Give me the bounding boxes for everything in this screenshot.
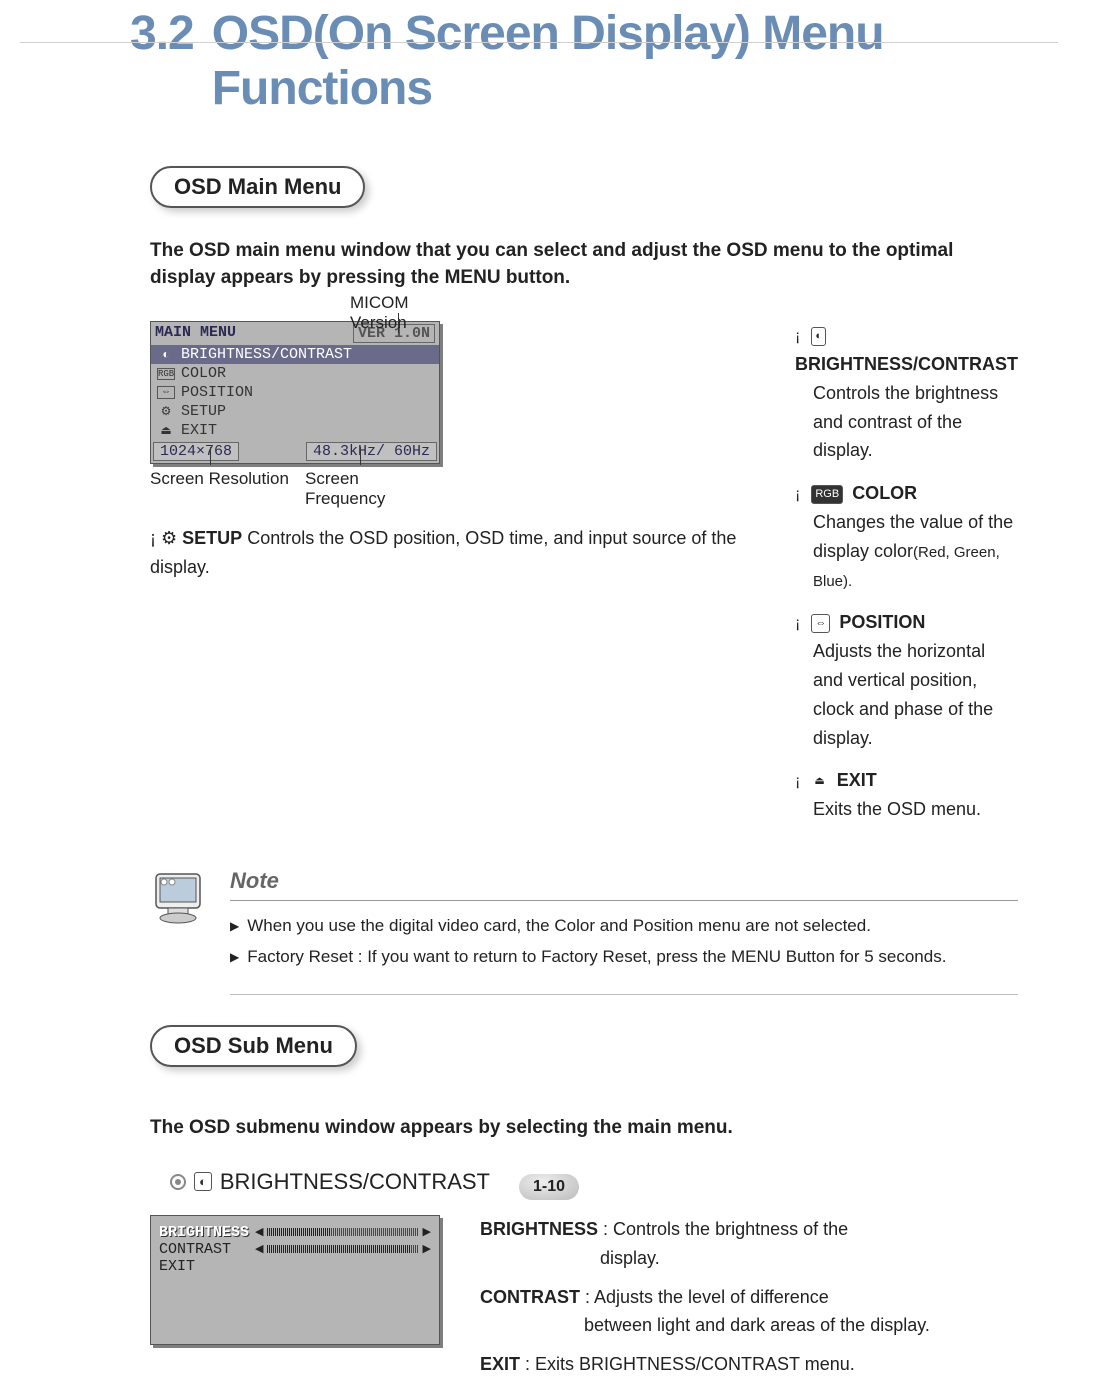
rgb-icon: RGB: [811, 485, 843, 505]
setup-description: ¡ ⚙ SETUP Controls the OSD position, OSD…: [150, 524, 745, 582]
osd-main-menu-pill: OSD Main Menu: [150, 166, 365, 208]
brightness-icon: ◐: [157, 348, 175, 362]
brightness-desc: BRIGHTNESS : Controls the brightness of …: [480, 1215, 1018, 1273]
arrow-left-icon: ◀: [255, 1242, 263, 1256]
triangle-bullet-icon: ▶: [230, 917, 239, 939]
osd-item-position: ⇔ POSITION: [151, 383, 439, 402]
setup-icon: ⚙: [157, 404, 175, 419]
color-description: ¡ RGB COLOR Changes the value of the dis…: [795, 479, 1018, 594]
sub-brightness-heading: ◐ BRIGHTNESS/CONTRAST: [170, 1169, 1018, 1195]
exit-icon: ⏏: [811, 773, 827, 791]
osd-item-exit: ⏏ EXIT: [151, 421, 439, 440]
page-number: 1-10: [519, 1174, 579, 1200]
osd-sub-menu-pill: OSD Sub Menu: [150, 1025, 357, 1067]
contrast-desc: CONTRAST : Adjusts the level of differen…: [480, 1283, 1018, 1341]
osd-main-window: MICOM Version MAIN MENU VER 1.0N ◐ BRIGH…: [150, 321, 440, 464]
section-title: OSD(On Screen Display) Menu Functions: [212, 6, 1038, 116]
osd-item-color: RGB COLOR: [151, 364, 439, 383]
resolution-label: Screen Resolution: [150, 469, 289, 489]
arrow-right-icon: ▶: [423, 1242, 431, 1256]
osd-sub-window: BRIGHTNESS ◀ ▶ CONTRAST ◀ ▶ EXIT: [150, 1215, 440, 1345]
osd-resolution: 1024×768: [153, 442, 239, 461]
setup-icon: ⚙: [161, 528, 177, 548]
micom-version-label: MICOM Version: [350, 293, 440, 333]
exit-description: ¡ ⏏ EXIT Exits the OSD menu.: [795, 766, 1018, 824]
position-icon: ⇔: [157, 386, 175, 399]
sub-menu-intro: The OSD submenu window appears by select…: [150, 1117, 1018, 1139]
arrow-left-icon: ◀: [255, 1225, 263, 1239]
slider-contrast: CONTRAST ◀ ▶: [159, 1241, 431, 1258]
exit-desc: EXIT : Exits BRIGHTNESS/CONTRAST menu.: [480, 1350, 1018, 1379]
sub-exit: EXIT: [159, 1258, 431, 1275]
rgb-icon: RGB: [157, 368, 175, 380]
osd-frequency: 48.3kHz/ 60Hz: [306, 442, 437, 461]
slider-brightness: BRIGHTNESS ◀ ▶: [159, 1224, 431, 1241]
brightness-icon: ◐: [194, 1172, 212, 1191]
position-description: ¡ ⇔ POSITION Adjusts the horizontal and …: [795, 608, 1018, 752]
monitor-icon: [150, 868, 212, 926]
bullet-circle-icon: [170, 1174, 186, 1190]
brightness-description: ¡ ◐ BRIGHTNESS/CONTRAST Controls the bri…: [795, 321, 1018, 465]
section-number: 3.2: [130, 6, 194, 61]
frequency-label: Screen Frequency: [305, 469, 440, 509]
osd-title: MAIN MENU: [155, 324, 236, 343]
brightness-icon: ◐: [811, 327, 826, 347]
osd-item-setup: ⚙ SETUP: [151, 402, 439, 421]
arrow-right-icon: ▶: [423, 1225, 431, 1239]
note-item-1: ▶ When you use the digital video card, t…: [230, 913, 1018, 939]
note-item-2: ▶ Factory Reset : If you want to return …: [230, 944, 1018, 970]
exit-icon: ⏏: [157, 423, 175, 438]
position-icon: ⇔: [811, 614, 830, 634]
note-box: Note ▶ When you use the digital video ca…: [150, 868, 1018, 976]
note-heading: Note: [230, 868, 1018, 901]
osd-item-brightness: ◐ BRIGHTNESS/CONTRAST: [151, 345, 439, 364]
main-menu-intro: The OSD main menu window that you can se…: [150, 238, 1018, 291]
triangle-bullet-icon: ▶: [230, 948, 239, 970]
section-header: 3.2 OSD(On Screen Display) Menu Function…: [60, 0, 1038, 116]
